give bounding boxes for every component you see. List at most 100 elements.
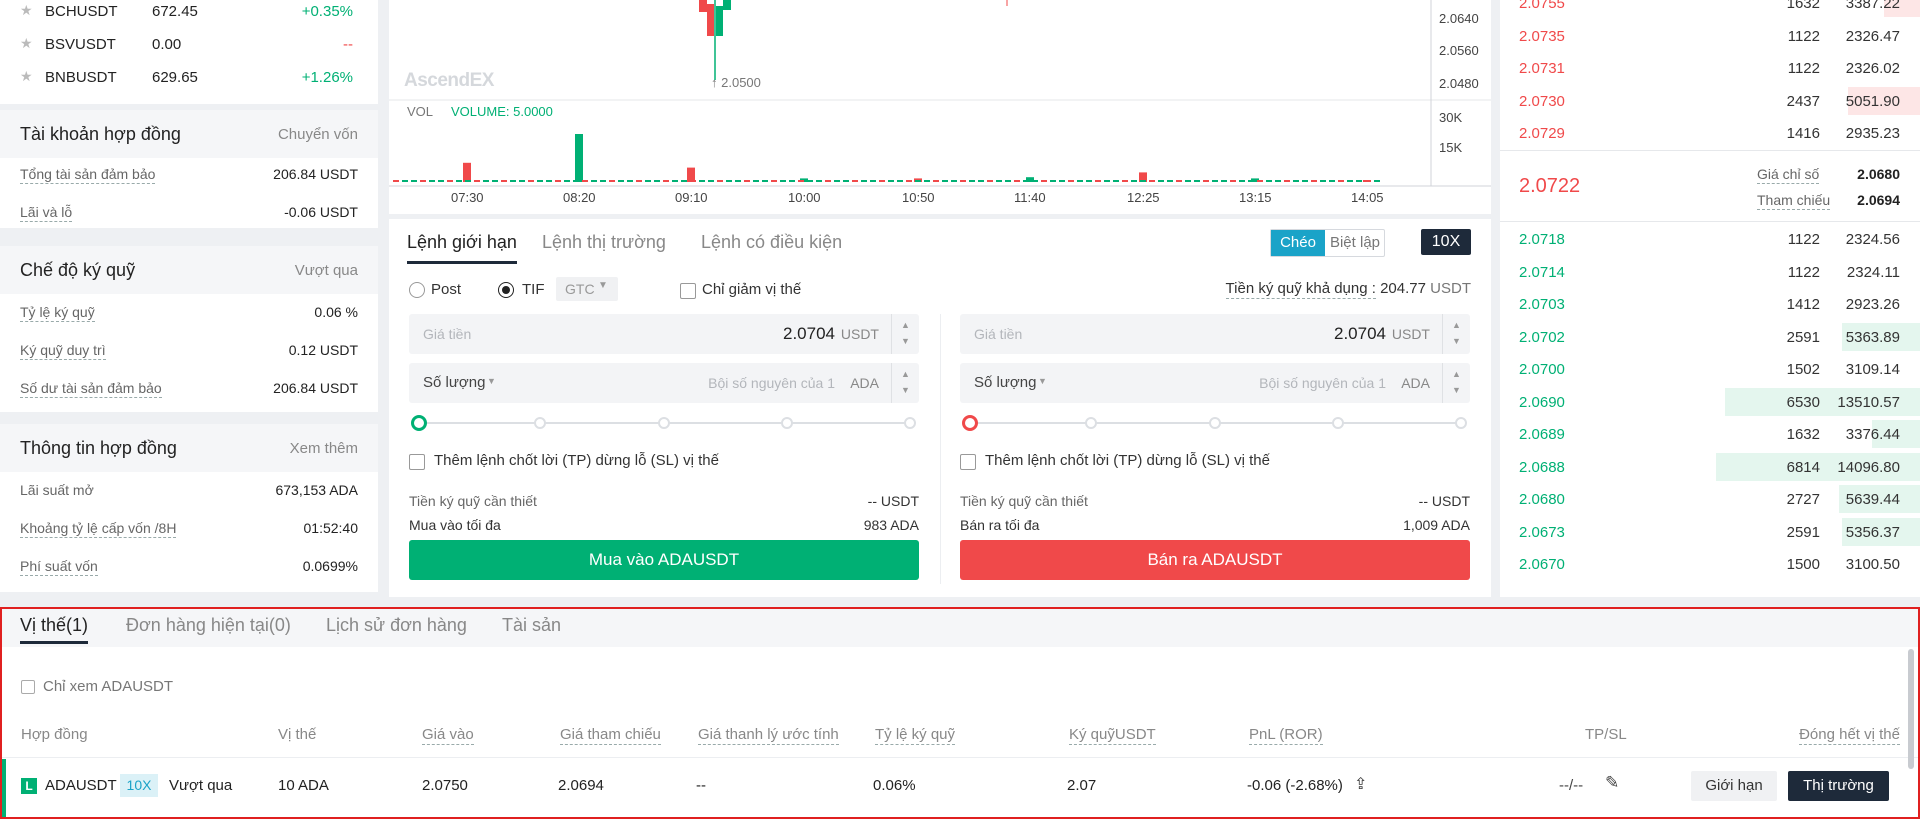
star-icon[interactable]: ★ [20, 2, 33, 19]
buy-button[interactable]: Mua vào ADAUSDT [409, 540, 919, 580]
chevron-down-icon[interactable]: ▼ [901, 385, 910, 395]
chevron-down-icon[interactable]: ▼ [1452, 385, 1461, 395]
star-icon[interactable]: ★ [20, 68, 33, 85]
slider-step[interactable] [1332, 417, 1344, 429]
bid-row[interactable]: 2.0670 1500 3100.50 [1500, 548, 1920, 580]
watchlist-row[interactable]: ★ BSVUSDT 0.00 -- [0, 34, 378, 56]
order-quantity: 2591 [1786, 328, 1820, 346]
scrollbar[interactable] [1908, 649, 1914, 769]
bid-row[interactable]: 2.0714 1122 2324.11 [1500, 256, 1920, 288]
slider-step[interactable] [1085, 417, 1097, 429]
info-label: Ký quỹ duy trì [20, 342, 106, 360]
edit-icon[interactable]: ✎ [1605, 773, 1619, 793]
chevron-up-icon[interactable]: ▲ [1452, 369, 1461, 379]
leverage-button[interactable]: 10X [1421, 229, 1471, 255]
slider-step[interactable] [781, 417, 793, 429]
isolated-mode-button[interactable]: Biệt lập [1325, 230, 1385, 256]
ask-row[interactable]: 2.0735 1122 2326.47 [1500, 20, 1920, 52]
bid-row[interactable]: 2.0673 2591 5356.37 [1500, 516, 1920, 548]
ask-row[interactable]: 2.0731 1122 2326.02 [1500, 52, 1920, 84]
bid-row[interactable]: 2.0690 6530 13510.57 [1500, 386, 1920, 418]
chevron-up-icon[interactable]: ▲ [901, 320, 910, 330]
tab-positions[interactable]: Vị thế(1) [20, 615, 89, 644]
post-radio[interactable] [409, 282, 425, 298]
slider-step[interactable] [534, 417, 546, 429]
transfer-link[interactable]: Chuyển vốn [278, 126, 358, 143]
buy-tpsl-checkbox[interactable] [409, 454, 425, 470]
volume-tick-bar [609, 180, 615, 182]
price-stepper[interactable]: ▲ ▼ [891, 314, 919, 354]
buy-price-value: 2.0704 [783, 324, 835, 343]
slider-handle[interactable] [962, 415, 978, 431]
sell-quantity-input[interactable]: Số lượng ▼ Bội số nguyên của 1 ADA ▲ ▼ [960, 363, 1470, 403]
slider-step[interactable] [904, 417, 916, 429]
bid-row[interactable]: 2.0700 1502 3109.14 [1500, 353, 1920, 385]
ask-row[interactable]: 2.0730 2437 5051.90 [1500, 85, 1920, 117]
quantity-stepper[interactable]: ▲ ▼ [891, 363, 919, 403]
tab-market-order[interactable]: Lệnh thị trường [542, 232, 666, 253]
bid-row[interactable]: 2.0688 6814 14096.80 [1500, 451, 1920, 483]
bid-row[interactable]: 2.0718 1122 2324.56 [1500, 223, 1920, 255]
watchlist-row[interactable]: ★ BCHUSDT 672.45 +0.35% [0, 1, 378, 23]
tab-assets[interactable]: Tài sản [502, 615, 561, 636]
buy-price-input[interactable]: Giá tiền 2.0704 USDT ▲ ▼ [409, 314, 919, 354]
sell-tpsl-checkbox[interactable] [960, 454, 976, 470]
price-stepper[interactable]: ▲ ▼ [1442, 314, 1470, 354]
price-chart[interactable]: AscendEX ↑ 2.0500 2.0640 2.0560 2.0480 V… [389, 0, 1491, 214]
volume-tick-bar [690, 180, 696, 182]
margin-ratio: 0.06% [873, 777, 916, 794]
tab-order-history[interactable]: Lịch sử đơn hàng [326, 615, 467, 636]
see-more-link[interactable]: Xem thêm [290, 440, 358, 457]
price-tick: 2.0640 [1439, 11, 1479, 26]
quantity-label[interactable]: Số lượng [423, 374, 485, 391]
cross-mode-button[interactable]: Chéo [1271, 230, 1325, 256]
buy-quantity-input[interactable]: Số lượng ▼ Bội số nguyên của 1 ADA ▲ ▼ [409, 363, 919, 403]
volume-tick-bar [1176, 180, 1182, 182]
bid-row[interactable]: 2.0689 1632 3376.44 [1500, 418, 1920, 450]
candle [699, 0, 1008, 80]
chevron-down-icon[interactable]: ▼ [1452, 336, 1461, 346]
slider-step[interactable] [1209, 417, 1221, 429]
sell-leverage-slider[interactable] [960, 415, 1470, 431]
gtc-select[interactable]: GTC ▼ [556, 277, 618, 301]
bid-row[interactable]: 2.0703 1412 2923.26 [1500, 288, 1920, 320]
order-total: 3376.44 [1845, 426, 1900, 443]
order-quantity: 1412 [1786, 296, 1820, 313]
chart-canvas[interactable] [389, 0, 1491, 214]
close-all-positions-link[interactable]: Đóng hết vị thế [1799, 726, 1900, 745]
position-row[interactable]: L ADAUSDT 10X Vượt qua 10 ADA 2.0750 2.0… [2, 759, 1918, 817]
chevron-down-icon[interactable]: ▼ [487, 376, 496, 386]
order-price: 2.0673 [1519, 523, 1565, 541]
tab-open-orders[interactable]: Đơn hàng hiện tại(0) [126, 615, 291, 636]
slider-handle[interactable] [411, 415, 427, 431]
margin-mode-value[interactable]: Vượt qua [295, 262, 358, 279]
tab-conditional-order[interactable]: Lệnh có điều kiện [701, 232, 842, 253]
bid-row[interactable]: 2.0680 2727 5639.44 [1500, 483, 1920, 515]
chevron-up-icon[interactable]: ▲ [901, 369, 910, 379]
volume-tick-bar [456, 180, 462, 182]
quantity-label[interactable]: Số lượng [974, 374, 1036, 391]
only-adausdt-checkbox[interactable] [21, 680, 35, 694]
market-close-button[interactable]: Thị trường [1788, 771, 1889, 801]
ask-row[interactable]: 2.0755 1632 3387.22 [1500, 0, 1920, 19]
star-icon[interactable]: ★ [20, 35, 33, 52]
buy-leverage-slider[interactable] [409, 415, 919, 431]
share-icon[interactable]: ⇪ [1354, 774, 1367, 794]
slider-step[interactable] [658, 417, 670, 429]
limit-close-button[interactable]: Giới hạn [1691, 771, 1777, 801]
chevron-down-icon[interactable]: ▼ [901, 336, 910, 346]
tif-radio[interactable] [498, 282, 514, 298]
bid-row[interactable]: 2.0702 2591 5363.89 [1500, 321, 1920, 353]
volume-tick-bar [582, 180, 588, 182]
slider-step[interactable] [1455, 417, 1467, 429]
position-size: 10 ADA [278, 777, 329, 794]
sell-button[interactable]: Bán ra ADAUSDT [960, 540, 1470, 580]
watchlist-row[interactable]: ★ BNBUSDT 629.65 +1.26% [0, 67, 378, 89]
quantity-stepper[interactable]: ▲ ▼ [1442, 363, 1470, 403]
chevron-up-icon[interactable]: ▲ [1452, 320, 1461, 330]
chevron-down-icon[interactable]: ▼ [1038, 376, 1047, 386]
sell-price-input[interactable]: Giá tiền 2.0704 USDT ▲ ▼ [960, 314, 1470, 354]
tab-limit-order[interactable]: Lệnh giới hạn [407, 232, 517, 264]
ask-row[interactable]: 2.0729 1416 2935.23 [1500, 117, 1920, 149]
reduce-only-checkbox[interactable] [680, 283, 696, 299]
